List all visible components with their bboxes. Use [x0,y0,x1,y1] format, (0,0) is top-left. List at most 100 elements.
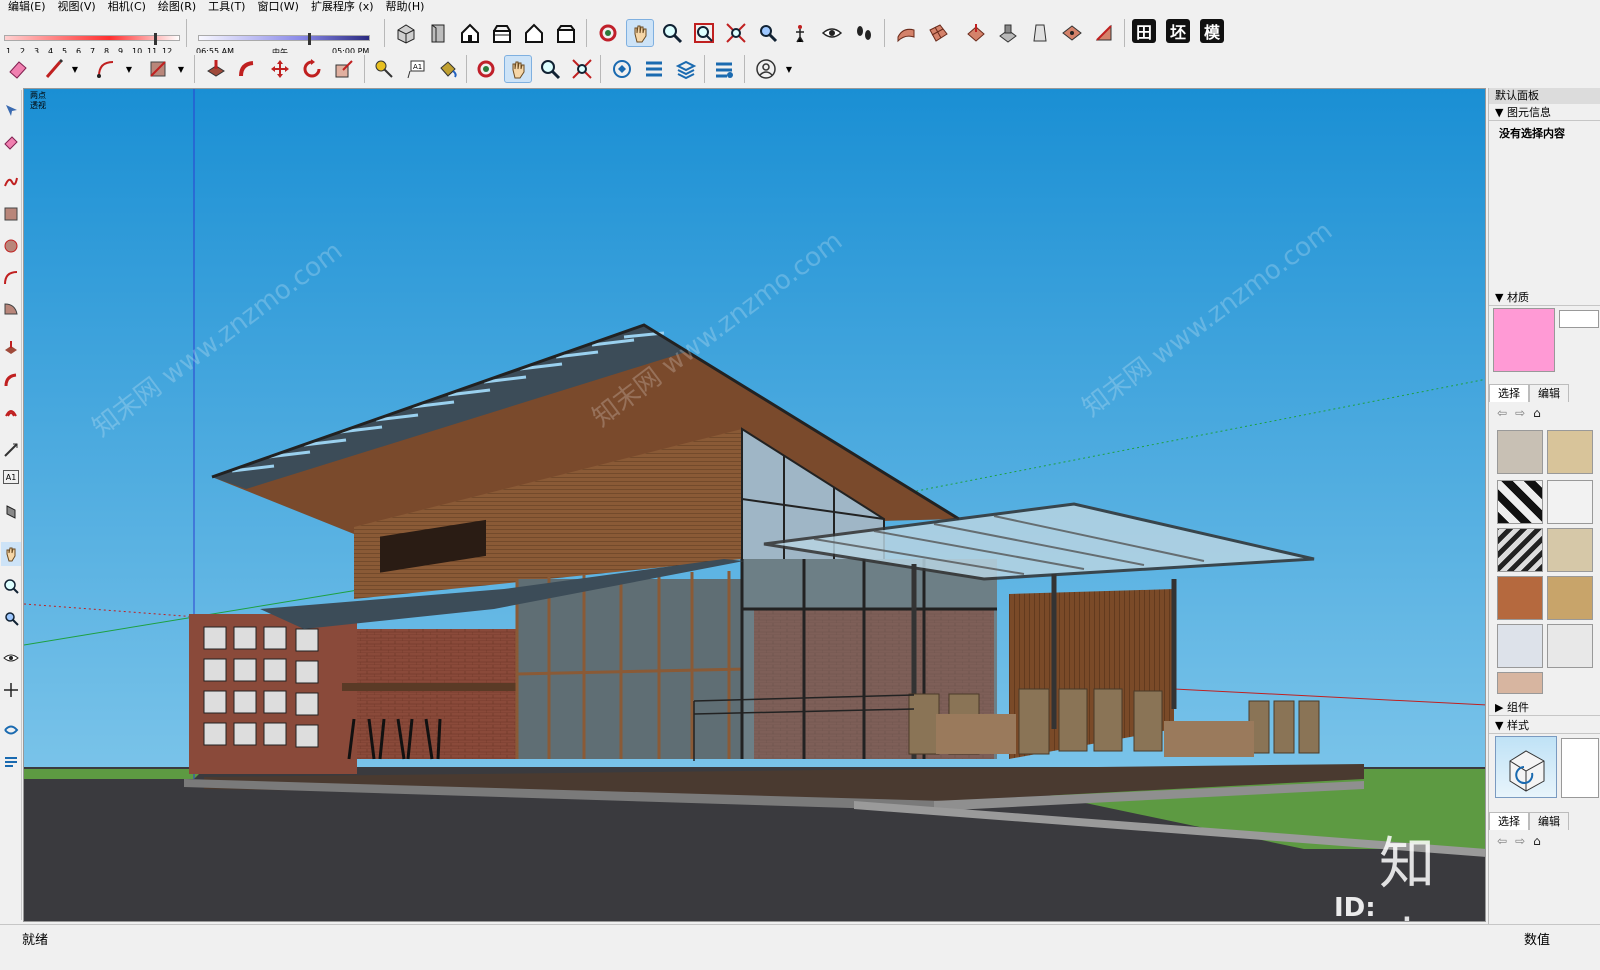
tray-title[interactable]: 默认面板 [1489,88,1600,104]
zoom-extents-icon[interactable] [568,55,596,83]
position-camera-icon[interactable] [786,19,814,47]
look-around-icon[interactable] [1,646,21,670]
styles-header[interactable]: ▼ 样式 [1489,718,1600,734]
select-icon[interactable] [1,98,21,122]
orbit-icon[interactable] [472,55,500,83]
flip-edge-icon[interactable] [1090,19,1118,47]
pie-icon[interactable] [1,296,21,320]
plugin-button-1[interactable]: 田 [1132,19,1156,43]
extension-icon[interactable] [1,750,21,774]
entity-info-header[interactable]: ▼ 图元信息 [1489,105,1600,121]
tape-measure-icon[interactable] [370,55,398,83]
materials-header[interactable]: ▼ 材质 [1489,290,1600,306]
pan-icon[interactable] [1,542,21,566]
material-swatch[interactable] [1547,430,1593,474]
dimension-text-icon[interactable]: A1 [402,55,430,83]
menu-camera[interactable]: 相机(C) [108,0,146,14]
material-swatch[interactable] [1497,528,1543,572]
front-view-icon[interactable] [456,19,484,47]
forward-arrow-icon[interactable]: ⇨ [1515,834,1525,848]
styles-edit-tab[interactable]: 编辑 [1529,812,1569,830]
plugin-button-2[interactable]: 坯 [1166,19,1190,43]
home-icon[interactable]: ⌂ [1533,406,1541,420]
smoove-icon[interactable] [962,19,990,47]
pan-icon[interactable] [504,55,532,83]
extension-warehouse-icon[interactable] [640,55,668,83]
material-swatch[interactable] [1497,576,1543,620]
menu-help[interactable]: 帮助(H) [386,0,425,14]
follow-me-icon[interactable] [1,368,21,392]
look-around-icon[interactable] [818,19,846,47]
material-swatch[interactable] [1547,624,1593,668]
offset-icon[interactable] [1,400,21,424]
zoom-extents-icon[interactable] [722,19,750,47]
material-swatch[interactable] [1497,624,1543,668]
zoom-window-icon[interactable] [690,19,718,47]
style-thumbnail[interactable] [1495,736,1557,798]
axes-icon[interactable] [1,678,21,702]
material-swatch[interactable] [1497,672,1543,694]
arc-icon[interactable] [1,266,21,290]
menu-view[interactable]: 视图(V) [58,0,96,14]
eraser-icon[interactable] [1,130,21,154]
menu-window[interactable]: 窗口(W) [257,0,298,14]
line-dropdown-icon[interactable]: ▼ [70,55,80,83]
add-detail-icon[interactable] [1058,19,1086,47]
time-thumb[interactable] [308,33,311,45]
push-pull-icon[interactable] [202,55,230,83]
back-arrow-icon[interactable]: ⇦ [1497,834,1507,848]
material-swatch[interactable] [1547,480,1593,524]
zoom-icon[interactable] [1,574,21,598]
sandbox-from-scratch-icon[interactable] [924,19,952,47]
menu-draw[interactable]: 绘图(R) [158,0,196,14]
forward-arrow-icon[interactable]: ⇨ [1515,406,1525,420]
walk-icon[interactable] [1,718,21,742]
push-pull-icon[interactable] [1,336,21,360]
month-thumb[interactable] [154,33,157,45]
styles-select-tab[interactable]: 选择 [1489,812,1529,830]
top-view-icon[interactable] [424,19,452,47]
move-icon[interactable] [266,55,294,83]
current-material-swatch[interactable] [1493,308,1555,372]
freehand-icon[interactable] [1,170,21,194]
3d-warehouse-icon[interactable] [608,55,636,83]
tape-measure-icon[interactable] [1,438,21,462]
arc-icon[interactable] [92,55,120,83]
material-swatch[interactable] [1497,480,1543,524]
orbit-icon[interactable] [594,19,622,47]
menu-extensions[interactable]: 扩展程序 (x) [311,0,374,14]
home-icon[interactable]: ⌂ [1533,834,1541,848]
menu-tools[interactable]: 工具(T) [208,0,245,14]
plugin-button-3[interactable]: 模 [1200,19,1224,43]
sandbox-from-contours-icon[interactable] [892,19,920,47]
walk-icon[interactable] [850,19,878,47]
menu-edit[interactable]: 编辑(E) [8,0,46,14]
eraser-icon[interactable] [4,55,32,83]
back-view-icon[interactable] [520,19,548,47]
components-header[interactable]: ▶ 组件 [1489,700,1600,716]
previous-view-icon[interactable] [754,19,782,47]
materials-select-tab[interactable]: 选择 [1489,384,1529,402]
drape-icon[interactable] [1026,19,1054,47]
arc-dropdown-icon[interactable]: ▼ [124,55,134,83]
material-swatch[interactable] [1547,528,1593,572]
zoom-icon[interactable] [658,19,686,47]
stamp-icon[interactable] [994,19,1022,47]
layout-icon[interactable] [672,55,700,83]
previous-view-icon[interactable] [1,606,21,630]
extension-manager-icon[interactable] [710,55,738,83]
materials-edit-tab[interactable]: 编辑 [1529,384,1569,402]
model-viewport[interactable]: 两点 透视 知末网 www.znzmo.com 知末网 www.znzmo.co… [23,88,1486,922]
zoom-icon[interactable] [536,55,564,83]
iso-view-icon[interactable] [392,19,420,47]
back-arrow-icon[interactable]: ⇦ [1497,406,1507,420]
line-icon[interactable] [40,55,68,83]
follow-me-icon[interactable] [234,55,262,83]
account-icon[interactable] [752,55,780,83]
rectangle-icon[interactable] [1,202,21,226]
scale-icon[interactable] [330,55,358,83]
left-view-icon[interactable] [552,19,580,47]
rectangle-icon[interactable] [144,55,172,83]
rotate-icon[interactable] [298,55,326,83]
account-dropdown-icon[interactable]: ▼ [784,55,794,83]
